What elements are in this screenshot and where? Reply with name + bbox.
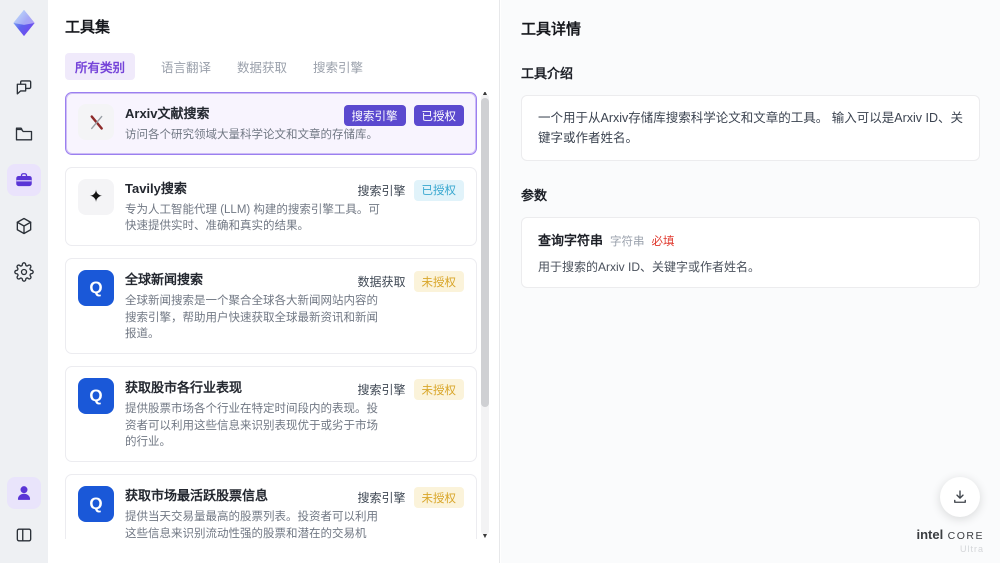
download-icon — [954, 490, 966, 503]
param-type: 字符串 — [610, 236, 645, 248]
page-title: 工具集 — [65, 19, 111, 36]
folder-icon[interactable] — [7, 118, 41, 150]
user-profile-icon[interactable] — [7, 477, 41, 509]
param-box: 查询字符串 字符串 必填 用于搜索的Arxiv ID、关键字或作者姓名。 — [521, 217, 980, 288]
tool-name: 获取股市各行业表现 — [125, 380, 243, 396]
category-tabs: 所有类别 语言翻译 数据获取 搜索引擎 — [65, 53, 499, 80]
scroll-down-icon[interactable]: ▼ — [481, 533, 489, 539]
sidebar-nav — [7, 72, 41, 288]
tool-name: Tavily搜索 — [125, 180, 187, 196]
tool-card-arxiv[interactable]: Arxiv文献搜索 访问各个研究领域大量科学论文和文章的存储库。 搜索引擎 已授… — [65, 92, 477, 155]
detail-title: 工具详情 — [521, 21, 582, 38]
tab-language-translation[interactable]: 语言翻译 — [161, 57, 211, 76]
tool-description: 专为人工智能代理 (LLM) 构建的搜索引擎工具。可快速提供实时、准确和真实的结… — [125, 203, 380, 233]
settings-gear-icon[interactable] — [7, 256, 41, 288]
status-badge: 未授权 — [413, 379, 464, 401]
cube-icon[interactable] — [7, 210, 41, 242]
tool-description: 提供当天交易量最高的股票列表。投资者可以利用这些信息来识别流动性强的股票和潜在的… — [125, 511, 378, 539]
tab-data-fetch[interactable]: 数据获取 — [237, 57, 287, 76]
core-wordmark: CORE — [947, 530, 984, 543]
tool-card-tavily[interactable]: ✦ Tavily搜索 专为人工智能代理 (LLM) 构建的搜索引擎工具。可快速提… — [65, 166, 477, 247]
tool-name: 获取市场最活跃股票信息 — [125, 488, 269, 504]
stock-q-logo-icon: Q — [78, 486, 114, 523]
panel-toggle-icon[interactable] — [7, 519, 41, 551]
tab-all-categories[interactable]: 所有类别 — [65, 53, 136, 80]
ultra-wordmark: Ultra — [959, 544, 984, 555]
status-badge: 已授权 — [413, 179, 464, 201]
tab-search-engine[interactable]: 搜索引擎 — [313, 57, 363, 76]
intel-core-logo: intel CORE Ultra — [916, 525, 984, 555]
sidebar-bottom — [0, 477, 48, 551]
tool-description: 全球新闻搜索是一个聚合全球各大新闻网站内容的搜索引擎，帮助用户快速获取全球最新资… — [125, 295, 378, 341]
arxiv-logo-icon — [78, 104, 114, 140]
tool-description: 访问各个研究领域大量科学论文和文章的存储库。 — [125, 129, 378, 141]
category-label: 搜索引擎 — [357, 183, 406, 198]
category-badge: 搜索引擎 — [343, 105, 406, 126]
tool-description: 提供股票市场各个行业在特定时间段内的表现。投资者可以利用这些信息来识别表现优于或… — [125, 403, 378, 449]
app-logo-icon — [9, 8, 39, 38]
intro-heading: 工具介绍 — [521, 66, 574, 81]
download-button[interactable] — [940, 477, 980, 517]
tavily-logo-icon: ✦ — [78, 178, 114, 215]
category-label: 搜索引擎 — [357, 491, 406, 506]
status-badge: 未授权 — [413, 271, 464, 293]
tool-detail-panel: 工具详情 工具介绍 一个用于从Arxiv存储库搜索科学论文和文章的工具。 输入可… — [501, 0, 1000, 563]
param-name: 查询字符串 — [538, 233, 604, 248]
toolbox-icon[interactable] — [7, 164, 41, 196]
param-description: 用于搜索的Arxiv ID、关键字或作者姓名。 — [538, 260, 761, 274]
category-label: 搜索引擎 — [357, 383, 406, 398]
scrollbar-thumb[interactable] — [481, 98, 489, 407]
app-window: 工具集 所有类别 语言翻译 数据获取 搜索引擎 Arxiv文献搜索 访问各个研究… — [0, 0, 1000, 563]
news-q-logo-icon: Q — [78, 270, 114, 307]
status-badge: 未授权 — [413, 487, 464, 509]
category-label: 数据获取 — [357, 275, 406, 290]
tool-list-panel: 工具集 所有类别 语言翻译 数据获取 搜索引擎 Arxiv文献搜索 访问各个研究… — [48, 0, 500, 563]
chat-icon[interactable] — [7, 72, 41, 104]
intro-box: 一个用于从Arxiv存储库搜索科学论文和文章的工具。 输入可以是Arxiv ID… — [521, 95, 980, 161]
params-heading: 参数 — [521, 188, 548, 203]
status-badge: 已授权 — [413, 105, 464, 126]
tool-name: 全球新闻搜索 — [125, 272, 204, 288]
intel-wordmark: intel — [916, 527, 944, 543]
left-sidebar — [0, 0, 48, 563]
param-required-flag: 必填 — [651, 236, 675, 248]
intro-text: 一个用于从Arxiv存储库搜索科学论文和文章的工具。 输入可以是Arxiv ID… — [538, 111, 964, 145]
tool-list: Arxiv文献搜索 访问各个研究领域大量科学论文和文章的存储库。 搜索引擎 已授… — [65, 92, 499, 539]
tool-card-active-stocks[interactable]: Q 获取市场最活跃股票信息 提供当天交易量最高的股票列表。投资者可以利用这些信息… — [65, 474, 477, 539]
list-scrollbar[interactable]: ▲ ▼ — [481, 92, 489, 539]
tool-card-global-news[interactable]: Q 全球新闻搜索 全球新闻搜索是一个聚合全球各大新闻网站内容的搜索引擎，帮助用户… — [65, 258, 477, 355]
tool-card-stock-sector[interactable]: Q 获取股市各行业表现 提供股票市场各个行业在特定时间段内的表现。投资者可以利用… — [65, 366, 477, 463]
stock-q-logo-icon: Q — [78, 378, 114, 415]
